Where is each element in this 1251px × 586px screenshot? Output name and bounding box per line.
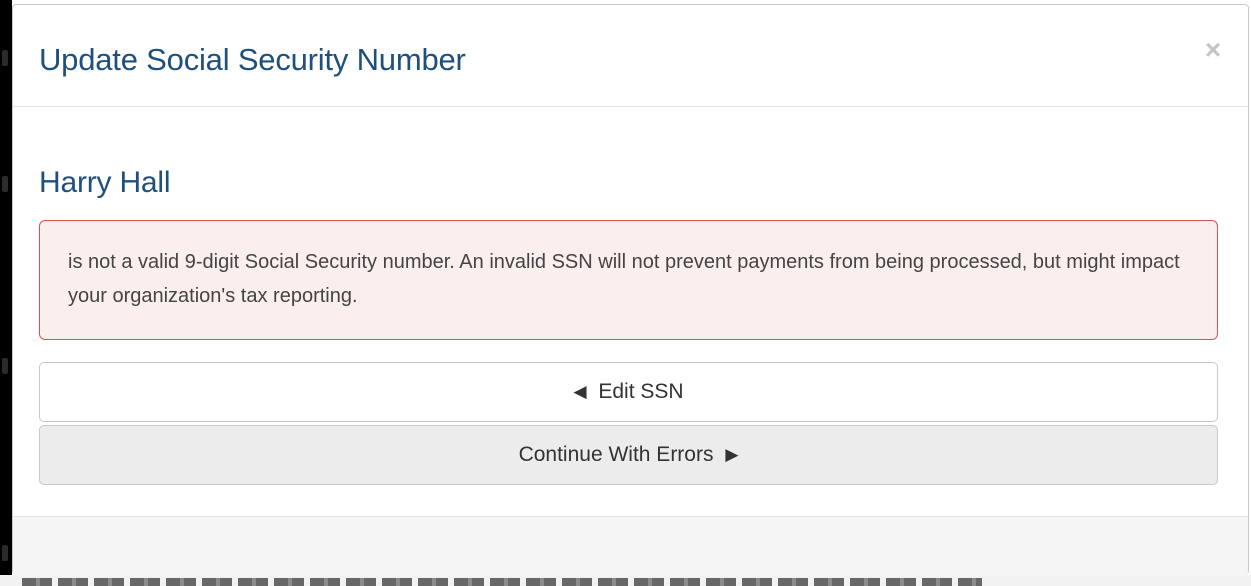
page-backdrop-bottom	[0, 575, 1251, 586]
backdrop-text-fragment	[2, 50, 8, 66]
modal-footer	[13, 516, 1248, 576]
triangle-left-icon: ◀	[573, 382, 587, 401]
page-backdrop	[0, 0, 12, 586]
continue-with-errors-label: Continue With Errors	[518, 443, 714, 466]
alert-message: is not a valid 9-digit Social Security n…	[68, 251, 1180, 307]
backdrop-text-fragment	[2, 176, 8, 192]
edit-ssn-button[interactable]: ◀ Edit SSN	[39, 362, 1218, 422]
ssn-error-alert: is not a valid 9-digit Social Security n…	[39, 220, 1218, 340]
backdrop-text-fragment	[2, 358, 8, 374]
close-icon[interactable]: ×	[1198, 35, 1228, 65]
edit-ssn-label: Edit SSN	[598, 380, 684, 403]
update-ssn-modal: Update Social Security Number × Harry Ha…	[12, 4, 1249, 576]
modal-header: Update Social Security Number ×	[13, 5, 1248, 107]
modal-title: Update Social Security Number	[39, 42, 466, 77]
person-name: Harry Hall	[39, 166, 171, 199]
continue-with-errors-button[interactable]: Continue With Errors ▶	[39, 425, 1218, 485]
backdrop-text-fragment	[2, 545, 8, 561]
backdrop-text-fragment	[22, 578, 982, 586]
triangle-right-icon: ▶	[725, 445, 739, 464]
